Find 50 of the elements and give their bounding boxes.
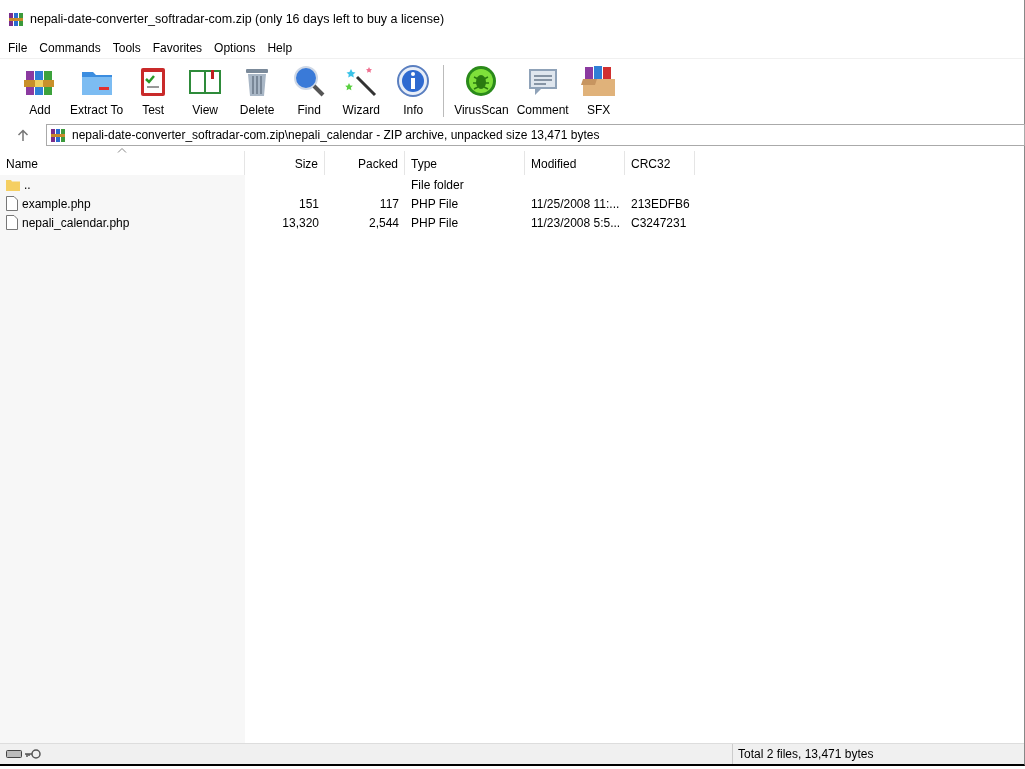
table-cell-text: 151 — [298, 195, 319, 213]
table-cell-text: PHP File — [411, 195, 459, 213]
column-header[interactable]: Modified — [525, 151, 625, 175]
up-arrow-icon[interactable] — [17, 128, 29, 142]
toolbar-button[interactable]: Add — [14, 63, 66, 117]
table-cell-text: C3247231 — [631, 214, 687, 232]
open-box-icon — [580, 63, 617, 99]
window-title: nepali-date-converter_softradar-com.zip (only 16 days left to buy a license) — [30, 10, 445, 28]
info-icon — [395, 63, 432, 99]
menu-item[interactable]: Options — [208, 39, 262, 57]
column-header[interactable]: Type — [405, 151, 525, 175]
table-cell-text: 117 — [379, 195, 399, 213]
menu-item[interactable]: Commands — [33, 39, 107, 57]
toolbar-button[interactable]: VirusScan — [450, 63, 513, 117]
status-text: Total 2 files, 13,471 bytes — [737, 746, 874, 763]
toolbar-button[interactable]: SFX — [572, 63, 625, 117]
table-cell-text: 11/25/2008 11:... — [531, 195, 620, 213]
menu-item[interactable]: File — [2, 39, 34, 57]
toolbar-button[interactable]: Comment — [512, 63, 573, 117]
archive-books-icon — [50, 127, 66, 143]
file-icon — [6, 196, 18, 211]
archive-books-icon — [8, 11, 24, 27]
toolbar-button[interactable]: Delete — [231, 63, 284, 117]
address-field[interactable]: nepali-date-converter_softradar-com.zip\nepali_calendar - ZIP archive, unpacked size 13,471 bytes — [46, 124, 1025, 146]
toolbar-button[interactable]: Wizard — [335, 63, 388, 117]
menu-item[interactable]: Tools — [106, 39, 147, 57]
table-cell[interactable]: .. — [24, 175, 31, 194]
toolbar-button[interactable]: Test — [127, 63, 180, 117]
toolbar-button[interactable]: Extract To — [66, 63, 128, 117]
table-cell[interactable]: example.php — [22, 194, 91, 213]
table-cell-text: 11/23/2008 5:5... — [531, 214, 621, 232]
table-cell-text: 213EDFB6 — [631, 195, 690, 213]
toolbar-button[interactable]: Info — [387, 63, 440, 117]
toolbar-button[interactable]: View — [179, 63, 232, 117]
drive-icon[interactable] — [6, 750, 22, 758]
file-icon — [6, 215, 18, 230]
table-cell-text: 2,544 — [368, 214, 399, 232]
menu-item[interactable]: Favorites — [146, 39, 209, 57]
table-cell-text: PHP File — [411, 214, 459, 232]
key-icon[interactable] — [25, 749, 41, 759]
table-cell-text: File folder — [411, 176, 464, 194]
folder-icon — [6, 177, 20, 192]
column-header[interactable]: CRC32 — [625, 151, 695, 175]
table-cell-text: 13,320 — [282, 214, 319, 232]
sort-caret-icon — [117, 147, 127, 153]
toolbar-button[interactable]: Find — [283, 63, 336, 117]
table-cell[interactable]: nepali_calendar.php — [22, 213, 130, 232]
column-header[interactable]: Size — [245, 151, 325, 175]
menu-item[interactable]: Help — [261, 39, 299, 57]
column-header[interactable]: Packed — [325, 151, 405, 175]
